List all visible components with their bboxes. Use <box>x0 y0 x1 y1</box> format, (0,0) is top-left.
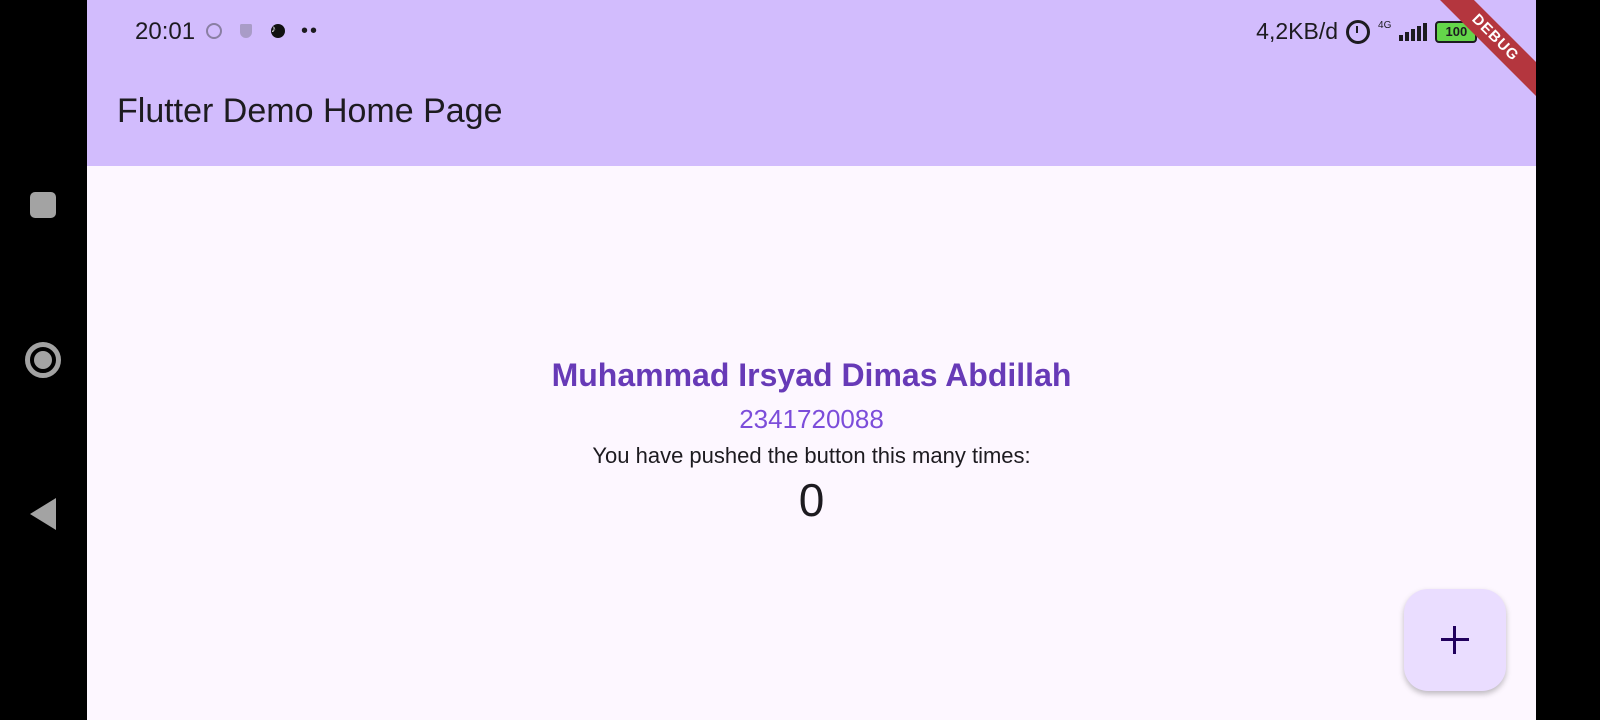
tiktok-icon: ♪ <box>269 22 287 40</box>
home-icon <box>25 342 61 378</box>
screen-edge <box>1536 0 1600 720</box>
notification-ring-icon <box>205 22 223 40</box>
student-id: 2341720088 <box>739 404 884 434</box>
increment-button[interactable] <box>1404 589 1506 691</box>
student-name: Muhammad Irsyad Dimas Abdillah <box>551 357 1072 393</box>
recent-apps-icon <box>30 192 56 218</box>
shield-icon <box>237 22 255 40</box>
app-window: 20:01 ♪ •• 4,2KB/d 4G 100 Flutter Demo H… <box>87 0 1536 720</box>
phone-screen: 20:01 ♪ •• 4,2KB/d 4G 100 Flutter Demo H… <box>0 0 1600 720</box>
plus-icon <box>1441 626 1469 654</box>
status-bar: 20:01 ♪ •• 4,2KB/d 4G 100 <box>87 0 1536 66</box>
status-notification-icons: ♪ •• <box>205 20 320 42</box>
back-icon <box>30 498 56 530</box>
back-button[interactable] <box>19 490 67 538</box>
counter-value: 0 <box>798 474 825 526</box>
network-type: 4G <box>1378 19 1392 31</box>
main-content: Muhammad Irsyad Dimas Abdillah 234172008… <box>87 166 1536 720</box>
status-time: 20:01 <box>135 18 196 45</box>
page-title: Flutter Demo Home Page <box>117 92 503 130</box>
signal-icon <box>1399 22 1428 41</box>
home-button[interactable] <box>19 336 67 384</box>
system-navigation-bar <box>0 0 87 720</box>
alarm-icon <box>1346 19 1371 44</box>
network-speed: 4,2KB/d <box>1256 18 1339 44</box>
recent-apps-button[interactable] <box>19 181 67 229</box>
app-header: 20:01 ♪ •• 4,2KB/d 4G 100 Flutter Demo H… <box>87 0 1536 166</box>
more-notifications-dots: •• <box>301 20 320 42</box>
counter-description: You have pushed the button this many tim… <box>592 443 1031 468</box>
